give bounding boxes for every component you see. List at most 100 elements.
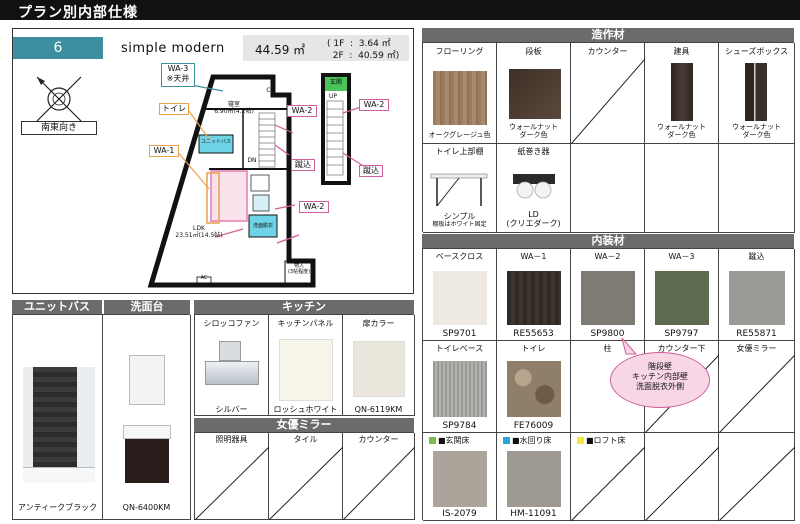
interior-empty-b <box>719 433 795 521</box>
interior-base-cloth: ベースクロス SP9701 <box>423 249 497 341</box>
kitchen-value: シルバー <box>215 405 248 414</box>
label-ldk: LDK 23.51㎡(14.5帖) <box>175 225 223 240</box>
base-cloth-swatch <box>433 271 487 325</box>
empty-cell-slash <box>571 446 645 521</box>
actress-mirror-header: 女優ミラー <box>194 418 414 432</box>
built-in-col-label: 段板 <box>525 47 542 56</box>
interior-water-floor: ■水回り床 HM-11091 <box>497 433 571 521</box>
kitchen-value: ロッシュホワイト <box>273 405 338 414</box>
page-title: プラン別内部仕様 <box>18 5 138 21</box>
kitchen-col-1: シロッコファン シルバー <box>195 315 269 416</box>
unit-bath-image <box>23 367 95 483</box>
built-in-value: ウォールナット ダーク色 <box>509 123 558 140</box>
built-in-empty-1 <box>571 144 645 233</box>
interior-wa3: WA－3 SP9797 <box>645 249 719 341</box>
built-in-value: オークグレージュ色 <box>428 131 491 139</box>
wa3-swatch <box>655 271 709 325</box>
actress-mirror-grid: 照明器具 タイル カウンター <box>194 432 415 520</box>
label-sunrise-2: 蹴込 <box>359 165 383 177</box>
empty-cell-slash <box>645 446 719 521</box>
built-in-col-label: 建具 <box>673 47 690 56</box>
built-in-col-label: フローリング <box>435 47 484 56</box>
empty-cell-slash <box>719 354 795 433</box>
label-wa2-a: WA-2 <box>287 105 317 117</box>
fittings-swatch <box>671 63 693 121</box>
interior-actress-mirror: 女優ミラー <box>719 341 795 433</box>
label-entry: 玄関 <box>329 79 342 86</box>
empty-cell-slash <box>195 446 269 520</box>
interior-code: SP9701 <box>442 329 477 339</box>
built-in-value: ウォールナット ダーク色 <box>657 123 706 140</box>
built-in-value: LD (クリエダーク) <box>506 210 561 229</box>
wa1-swatch <box>507 271 561 325</box>
empty-cell-slash <box>269 446 343 520</box>
interior-code: SP9797 <box>664 329 699 339</box>
tread-swatch <box>509 69 561 119</box>
wa2-note-balloon: 階段壁 キッチン内部壁 洗面脱衣外側 <box>610 352 710 408</box>
built-in-note: 棚板はホワイト固定 <box>432 221 487 228</box>
legend-green-square-icon <box>429 437 436 444</box>
flooring-swatch <box>433 71 487 125</box>
unit-bath-grid: アンティークブラック QN-6400KM <box>12 314 191 520</box>
built-in-empty-2 <box>645 144 719 233</box>
interior-col-label: ベースクロス <box>435 252 484 261</box>
built-in-header: 造作材 <box>422 28 794 42</box>
empty-cell-slash <box>343 446 415 520</box>
interior-code: SP9784 <box>442 421 477 431</box>
kitchen-col-label: 扉カラー <box>362 319 395 328</box>
label-wa3: WA-3 ※天井 <box>161 63 195 87</box>
washbasin-header: 洗面台 <box>104 300 190 314</box>
balloon-pointer <box>621 337 638 355</box>
label-ac: AC <box>200 275 208 281</box>
label-sunrise-1: 蹴込 <box>291 159 315 171</box>
balloon-text: 階段壁 キッチン内部壁 洗面脱衣外側 <box>632 362 688 391</box>
label-storage: 物入 (3帖程度) <box>287 263 311 275</box>
legend-label: ■玄関床 <box>438 436 470 445</box>
range-hood-image <box>205 341 259 391</box>
interior-empty-a <box>645 433 719 521</box>
built-in-flooring: フローリング オークグレージュ色 <box>423 43 497 144</box>
kitchen-header: キッチン <box>194 300 414 314</box>
paper-holder-icon <box>513 174 555 199</box>
kitchen-col-2: キッチンパネル ロッシュホワイト <box>269 315 343 416</box>
washbasin-caption: QN-6400KM <box>122 503 171 512</box>
interior-col-label: トイレ <box>521 344 546 353</box>
label-bed: 寝室 6.90㎡(4.2帖) <box>214 101 254 116</box>
shoebox-swatch <box>745 63 767 121</box>
interior-code: RE55653 <box>513 329 554 339</box>
legend-entry-floor: ■玄関床 <box>429 435 470 446</box>
built-in-tread: 段板 ウォールナット ダーク色 <box>497 43 571 144</box>
label-up: UP <box>328 93 337 100</box>
built-in-col-label: トイレ上部棚 <box>435 147 484 156</box>
interior-col-label: WA－1 <box>520 252 547 261</box>
kitchen-grid: シロッコファン シルバー キッチンパネル ロッシュホワイト 扉カラー QN-61… <box>194 314 415 416</box>
interior-col-label: トイレベース <box>435 344 484 353</box>
built-in-value: ウォールナット ダーク色 <box>732 123 781 140</box>
washbasin-cell: QN-6400KM <box>103 315 191 520</box>
interior-entry-floor: ■玄関床 IS-2079 <box>423 433 497 521</box>
built-in-value: シンプル <box>443 212 476 221</box>
unit-bath-header: ユニットバス <box>12 300 102 314</box>
label-cl: CL <box>266 87 274 94</box>
interior-loft-floor: ■ロフト床 <box>571 433 645 521</box>
empty-cell-slash <box>719 446 795 521</box>
interior-toilet: トイレ FE76009 <box>497 341 571 433</box>
title-bar: プラン別内部仕様 <box>0 0 800 21</box>
toilet-swatch <box>507 361 561 417</box>
built-in-paper-holder: 紙巻き器 LD (クリエダーク) <box>497 144 571 233</box>
legend-label: ■水回り床 <box>512 436 552 445</box>
interior-col-label: WA－3 <box>668 252 695 261</box>
kitchen-value: QN-6119KM <box>354 405 403 414</box>
built-in-grid: フローリング オークグレージュ色 段板 ウォールナット ダーク色 カウンター 建… <box>422 42 795 233</box>
built-in-col-label: 紙巻き器 <box>517 147 550 156</box>
kitchen-col-label: シロッコファン <box>203 319 260 328</box>
interior-grid: ベースクロス SP9701 WA－1 RE55653 WA－2 SP9800 W… <box>422 248 795 521</box>
riser-swatch <box>729 271 785 325</box>
label-unit-bath: ユニットバス <box>200 139 231 145</box>
floor-plan-drawing <box>147 73 366 288</box>
built-in-empty-3 <box>719 144 795 233</box>
water-floor-swatch <box>507 451 561 507</box>
label-dn: DN <box>247 157 257 164</box>
interior-wa2: WA－2 SP9800 <box>571 249 645 341</box>
interior-wa1: WA－1 RE55653 <box>497 249 571 341</box>
